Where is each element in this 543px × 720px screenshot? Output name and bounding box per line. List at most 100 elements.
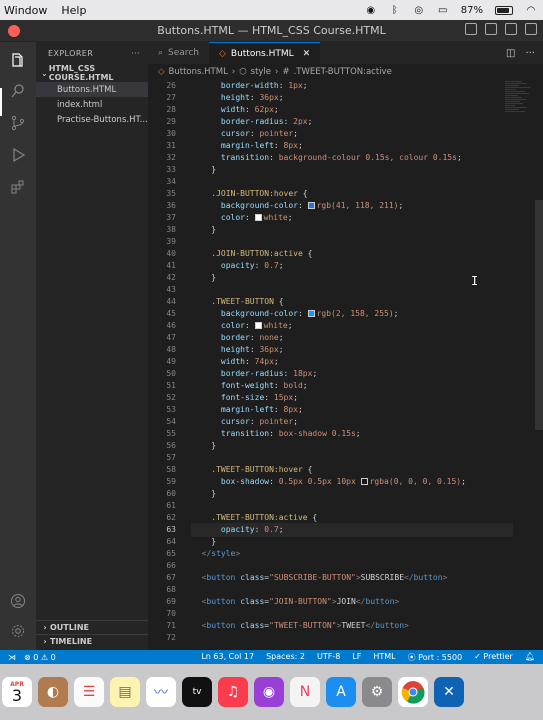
code-line[interactable]: opacity: 0.7;	[192, 260, 512, 272]
code-line[interactable]	[192, 176, 512, 188]
run-debug-icon[interactable]	[7, 144, 29, 166]
code-line[interactable]: }	[192, 440, 512, 452]
code-editor[interactable]: 26 27 28 29 30 31 32 33 34 35 36 37 38 39 40 41 42 43 44 45…	[148, 80, 543, 650]
more-actions-icon[interactable]: ···	[525, 48, 535, 59]
code-line[interactable]: }	[192, 536, 512, 548]
color-swatch[interactable]	[360, 478, 368, 485]
code-lines[interactable]: border-width: 1px; height: 36px; width: …	[191, 80, 513, 644]
breadcrumb-selector[interactable]: .TWEET-BUTTON:active	[294, 67, 392, 77]
minimap[interactable]	[505, 80, 533, 150]
toggle-secondary-sidebar-icon[interactable]	[505, 23, 517, 35]
extensions-icon[interactable]	[7, 176, 29, 198]
code-line[interactable]: <button class="JOIN-BUTTON">JOIN</button…	[192, 596, 512, 608]
code-line[interactable]: }	[192, 488, 512, 500]
remote-indicator-icon[interactable]: ⋊	[8, 653, 16, 662]
source-control-icon[interactable]	[7, 112, 29, 134]
code-line[interactable]: margin-left: 8px;	[192, 404, 512, 416]
calendar-app-icon[interactable]: APR 3	[2, 677, 32, 707]
text-input-icon[interactable]: ▭	[437, 4, 449, 16]
eol-setting[interactable]: LF	[352, 652, 361, 663]
color-swatch[interactable]	[307, 202, 315, 209]
music-app-icon[interactable]: ♫	[218, 677, 248, 707]
code-line[interactable]: transition: box-shadow 0.15s;	[192, 428, 512, 440]
outline-section[interactable]: › OUTLINE	[36, 620, 148, 634]
app-store-icon[interactable]: A	[326, 677, 356, 707]
code-line[interactable]	[192, 236, 512, 248]
code-line[interactable]: <button class="SUBSCRIBE-BUTTON">SUBSCRI…	[192, 572, 512, 584]
code-line[interactable]: <button class="TWEET-BUTTON">TWEET</butt…	[192, 620, 512, 632]
workspace-folder[interactable]: ⌄ HTML_CSS COURSE.HTML	[36, 64, 148, 82]
language-mode[interactable]: HTML	[373, 652, 395, 663]
code-line[interactable]	[192, 560, 512, 572]
code-line[interactable]: border-radius: 18px;	[192, 368, 512, 380]
vscode-app-icon[interactable]: ✕	[434, 677, 464, 707]
toggle-sidebar-icon[interactable]	[465, 23, 477, 35]
podcasts-app-icon[interactable]: ◉	[254, 677, 284, 707]
file-item-practise-buttons[interactable]: Practise-Buttons.HT...	[36, 112, 148, 127]
code-line[interactable]: width: 74px;	[192, 356, 512, 368]
problems-indicator[interactable]: ⊗ 0 ⚠ 0	[24, 653, 56, 662]
settings-gear-icon[interactable]	[7, 620, 29, 642]
code-line[interactable]: color: white;	[192, 212, 512, 224]
code-line[interactable]: }	[192, 164, 512, 176]
breadcrumb-file[interactable]: Buttons.HTML	[169, 67, 228, 77]
code-line[interactable]: margin-left: 8px;	[192, 140, 512, 152]
code-line[interactable]: </style>	[192, 548, 512, 560]
code-line[interactable]	[192, 452, 512, 464]
encoding-setting[interactable]: UTF-8	[317, 652, 340, 663]
toggle-panel-icon[interactable]	[485, 23, 497, 35]
code-line[interactable]: .TWEET-BUTTON {	[192, 296, 512, 308]
code-line[interactable]: transition: background-colour 0.15s, col…	[192, 152, 512, 164]
code-line[interactable]: font-weight: bold;	[192, 380, 512, 392]
cursor-position[interactable]: Ln 63, Col 17	[201, 652, 254, 663]
code-line[interactable]: opacity: 0.7;	[191, 523, 513, 537]
code-line[interactable]: width: 62px;	[192, 104, 512, 116]
contacts-app-icon[interactable]: ◐	[38, 677, 68, 707]
indentation-setting[interactable]: Spaces: 2	[266, 652, 305, 663]
code-line[interactable]: color: white;	[192, 320, 512, 332]
color-swatch[interactable]	[254, 322, 262, 329]
file-item-buttons[interactable]: Buttons.HTML	[36, 82, 148, 97]
vertical-scrollbar[interactable]	[535, 200, 543, 430]
notifications-bell-icon[interactable]: 🔔︎	[525, 652, 535, 663]
freeform-app-icon[interactable]: 〰	[146, 677, 176, 707]
code-line[interactable]	[192, 284, 512, 296]
timeline-section[interactable]: › TIMELINE	[36, 634, 148, 648]
system-settings-app-icon[interactable]: ⚙	[362, 677, 392, 707]
news-app-icon[interactable]: N	[290, 677, 320, 707]
code-line[interactable]: font-size: 15px;	[192, 392, 512, 404]
code-line[interactable]: background-color: rgb(41, 118, 211);	[192, 200, 512, 212]
code-line[interactable]: cursor: pointer;	[192, 416, 512, 428]
menu-window[interactable]: Window	[0, 4, 57, 17]
code-line[interactable]: .JOIN-BUTTON:active {	[192, 248, 512, 260]
code-line[interactable]: }	[192, 224, 512, 236]
apple-tv-app-icon[interactable]: tv	[182, 677, 212, 707]
code-line[interactable]	[192, 500, 512, 512]
notes-app-icon[interactable]: ▤	[110, 677, 140, 707]
code-line[interactable]: background-color: rgb(2, 158, 255);	[192, 308, 512, 320]
code-line[interactable]: }	[192, 272, 512, 284]
code-line[interactable]: .JOIN-BUTTON:hover {	[192, 188, 512, 200]
bluetooth-icon[interactable]: ᛒ	[389, 4, 401, 16]
color-swatch[interactable]	[307, 310, 315, 317]
close-icon[interactable]: ✕	[303, 49, 311, 59]
window-close-button[interactable]	[8, 25, 20, 37]
chrome-app-icon[interactable]	[398, 677, 428, 707]
code-line[interactable]: border-radius: 2px;	[192, 116, 512, 128]
prettier-status[interactable]: ✓ Prettier	[474, 652, 513, 663]
record-icon[interactable]: ◉	[365, 4, 377, 16]
wifi-icon[interactable]: ◠	[525, 4, 537, 16]
live-server-port[interactable]: ⦿ Port : 5500	[408, 652, 463, 663]
tab-search[interactable]: ⌕ Search	[148, 42, 209, 64]
battery-icon[interactable]	[495, 5, 513, 15]
file-item-index[interactable]: index.html	[36, 97, 148, 112]
code-line[interactable]: box-shadow: 0.5px 0.5px 10px rgba(0, 0, …	[192, 476, 512, 488]
more-actions-icon[interactable]: ···	[131, 49, 148, 58]
reminders-app-icon[interactable]: ☰	[74, 677, 104, 707]
code-line[interactable]: height: 36px;	[192, 344, 512, 356]
code-line[interactable]	[192, 584, 512, 596]
code-line[interactable]	[192, 608, 512, 620]
search-icon[interactable]	[7, 80, 29, 102]
code-line[interactable]	[192, 632, 512, 644]
customize-layout-icon[interactable]	[525, 23, 537, 35]
